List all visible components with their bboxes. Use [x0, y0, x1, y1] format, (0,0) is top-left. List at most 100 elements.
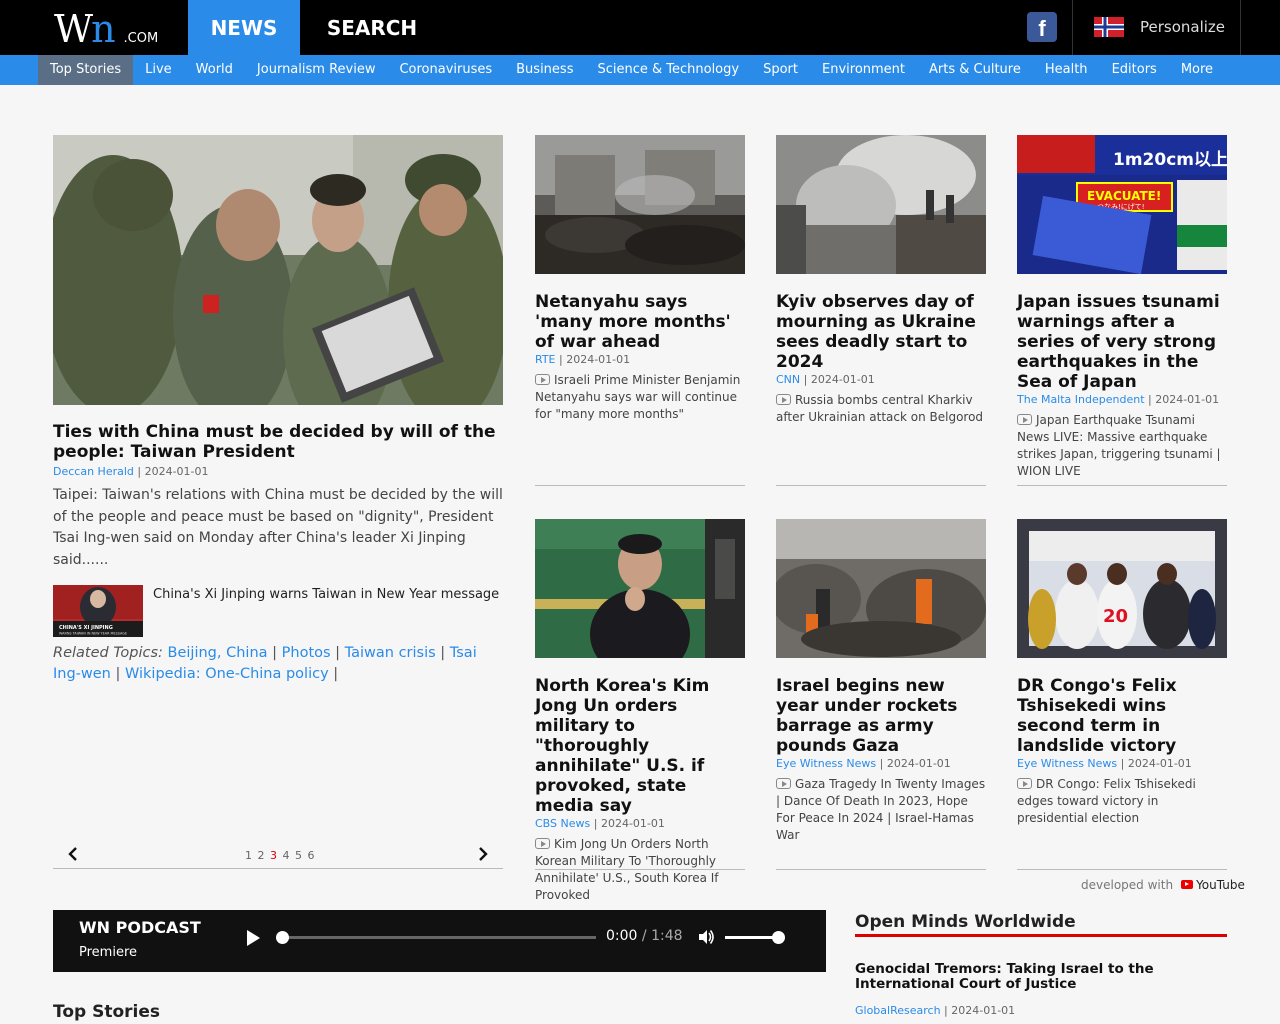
page-link-current[interactable]: 3 [270, 849, 278, 862]
page-link[interactable]: 1 [245, 849, 253, 862]
subnav-health[interactable]: Health [1033, 55, 1100, 85]
video-icon [776, 778, 791, 789]
developed-with-label: developed with [1081, 878, 1174, 892]
news-card-title[interactable]: North Korea's Kim Jong Un orders militar… [535, 676, 745, 816]
subnav-editors[interactable]: Editors [1100, 55, 1169, 85]
news-card: 20 DR Congo's Felix Tshisekedi wins seco… [1017, 519, 1227, 827]
news-card-video-link[interactable]: DR Congo: Felix Tshisekedi edges toward … [1017, 776, 1227, 827]
page-link[interactable]: 2 [258, 849, 266, 862]
related-video[interactable]: CHINA'S XI JINPING WARNS TAIWAN IN NEW Y… [53, 585, 503, 637]
nav-search-tab[interactable]: SEARCH [300, 0, 444, 55]
news-card-image[interactable] [776, 135, 986, 274]
header-divider [1240, 0, 1241, 55]
topic-link[interactable]: Photos [282, 645, 331, 661]
news-card-title[interactable]: Japan issues tsunami warnings after a se… [1017, 292, 1227, 392]
banner-evacuate-text: EVACUATE! [1087, 189, 1161, 203]
news-card-video-title: Japan Earthquake Tsunami News LIVE: Mass… [1017, 413, 1221, 478]
news-card-date: 2024-01-01 [1155, 393, 1220, 406]
related-video-thumbnail[interactable]: CHINA'S XI JINPING WARNS TAIWAN IN NEW Y… [53, 585, 143, 637]
news-card-image[interactable] [535, 135, 745, 274]
news-card-image[interactable] [535, 519, 745, 658]
lead-story-meta: Deccan Herald | 2024-01-01 [53, 465, 209, 478]
news-card-title[interactable]: Kyiv observes day of mourning as Ukraine… [776, 292, 986, 372]
news-card-video-link[interactable]: Israeli Prime Minister Benjamin Netanyah… [535, 372, 745, 423]
subnav-live[interactable]: Live [133, 55, 184, 85]
chevron-right-icon[interactable] [477, 846, 489, 862]
logo-com: .COM [123, 31, 159, 46]
news-card: 1m20cm以上 EVACUATE! つなみ!にげて! Japan issues… [1017, 135, 1227, 480]
related-topics: Related Topics: Beijing, China | Photos … [53, 643, 503, 685]
news-card-video-link[interactable]: Gaza Tragedy In Twenty Images | Dance Of… [776, 776, 986, 844]
page-link[interactable]: 6 [308, 849, 316, 862]
news-card-source[interactable]: CNN [776, 373, 800, 386]
facebook-icon[interactable]: f [1027, 12, 1057, 42]
card-divider [776, 485, 986, 486]
news-card-title[interactable]: Netanyahu says 'many more months' of war… [535, 292, 745, 352]
subnav-arts-culture[interactable]: Arts & Culture [917, 55, 1033, 85]
open-minds-article-title[interactable]: Genocidal Tremors: Taking Israel to the … [855, 962, 1227, 992]
thumb-caption-sub: WARNS TAIWAN IN NEW YEAR MESSAGE [59, 632, 127, 636]
subnav-coronaviruses[interactable]: Coronaviruses [387, 55, 504, 85]
volume-icon[interactable] [697, 928, 715, 946]
nav-news-tab[interactable]: NEWS [188, 0, 300, 55]
news-card-image[interactable] [776, 519, 986, 658]
youtube-icon [1181, 880, 1194, 889]
header-divider [1072, 0, 1073, 55]
volume-slider[interactable] [725, 936, 779, 939]
lead-story-summary: Taipei: Taiwan's relations with China mu… [53, 487, 503, 568]
news-card-date: 2024-01-01 [810, 373, 875, 386]
lead-story-image[interactable] [53, 135, 503, 405]
norway-flag-icon[interactable] [1094, 17, 1124, 37]
subnav-science-technology[interactable]: Science & Technology [585, 55, 751, 85]
card-divider [1017, 485, 1227, 486]
news-card-image[interactable]: 20 [1017, 519, 1227, 658]
progress-track[interactable] [278, 936, 596, 939]
podcast-time: 0:00 / 1:48 [606, 928, 683, 944]
podcast-subtitle: Premiere [79, 945, 137, 960]
personalize-link[interactable]: Personalize [1140, 17, 1225, 37]
progress-handle[interactable] [276, 931, 289, 944]
news-card-video-link[interactable]: Japan Earthquake Tsunami News LIVE: Mass… [1017, 412, 1227, 480]
news-card-source[interactable]: CBS News [535, 817, 590, 830]
news-card-video-link[interactable]: Russia bombs central Kharkiv after Ukrai… [776, 392, 986, 426]
page-link[interactable]: 4 [283, 849, 291, 862]
play-icon[interactable] [247, 930, 260, 946]
subnav-more[interactable]: More [1169, 55, 1225, 85]
subnav-world[interactable]: World [184, 55, 245, 85]
thumb-caption: CHINA'S XI JINPING [59, 625, 113, 631]
chevron-left-icon[interactable] [67, 846, 79, 862]
related-topics-label: Related Topics: [53, 645, 163, 661]
svg-text:20: 20 [1103, 606, 1128, 627]
news-card-video-link[interactable]: Kim Jong Un Orders North Korean Military… [535, 836, 745, 904]
related-video-title[interactable]: China's Xi Jinping warns Taiwan in New Y… [153, 587, 499, 602]
topic-link[interactable]: Beijing, China [168, 645, 268, 661]
news-card-video-title: DR Congo: Felix Tshisekedi edges toward … [1017, 777, 1196, 825]
news-card-source[interactable]: The Malta Independent [1017, 393, 1145, 406]
news-card-title[interactable]: Israel begins new year under rockets bar… [776, 676, 986, 756]
open-minds-source[interactable]: GlobalResearch [855, 1004, 941, 1017]
youtube-link[interactable]: YouTube [1196, 878, 1245, 892]
news-card-date: 2024-01-01 [566, 353, 631, 366]
page-link[interactable]: 5 [295, 849, 303, 862]
subnav-business[interactable]: Business [504, 55, 585, 85]
wn-logo[interactable]: Wn .COM [54, 8, 158, 48]
lead-story-title[interactable]: Ties with China must be decided by will … [53, 422, 503, 462]
open-minds-heading: Open Minds Worldwide [855, 912, 1076, 932]
news-card-image[interactable]: 1m20cm以上 EVACUATE! つなみ!にげて! [1017, 135, 1227, 274]
subnav-environment[interactable]: Environment [810, 55, 917, 85]
news-card-source[interactable]: Eye Witness News [1017, 757, 1117, 770]
podcast-title: WN PODCAST [79, 918, 201, 937]
subnav-sport[interactable]: Sport [751, 55, 810, 85]
topic-link[interactable]: Taiwan crisis [345, 645, 436, 661]
news-card-source[interactable]: RTE [535, 353, 556, 366]
logo-n: n [91, 7, 116, 51]
topic-link[interactable]: Wikipedia: One-China policy [125, 666, 329, 682]
topic-separator: | [335, 645, 341, 661]
subnav-top-stories[interactable]: Top Stories [38, 55, 134, 85]
news-card-source[interactable]: Eye Witness News [776, 757, 876, 770]
news-card: Israel begins new year under rockets bar… [776, 519, 986, 844]
news-card-title[interactable]: DR Congo's Felix Tshisekedi wins second … [1017, 676, 1227, 756]
volume-handle[interactable] [772, 931, 785, 944]
lead-story-source[interactable]: Deccan Herald [53, 465, 134, 478]
subnav-journalism-review[interactable]: Journalism Review [245, 55, 388, 85]
